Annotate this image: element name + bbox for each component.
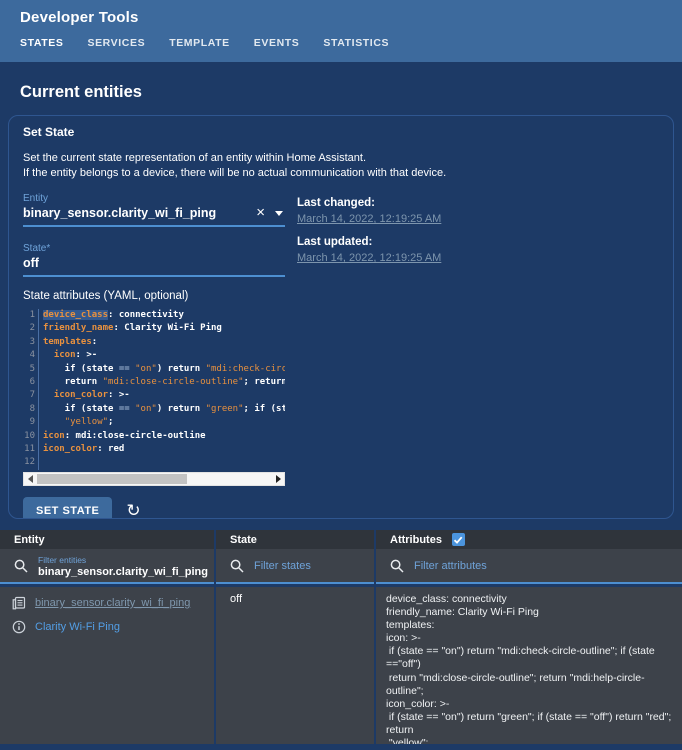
info-icon[interactable] xyxy=(12,620,26,634)
state-field[interactable]: State* off xyxy=(23,243,285,277)
yaml-attributes-label: State attributes (YAML, optional) xyxy=(23,290,189,302)
tab-states[interactable]: STATES xyxy=(20,37,63,57)
tab-statistics[interactable]: STATISTICS xyxy=(323,37,389,57)
column-header-state: State xyxy=(216,530,374,549)
editor-line: 3 templates: xyxy=(23,335,285,350)
state-value: off xyxy=(230,593,243,605)
state-input[interactable]: off xyxy=(23,256,285,270)
editor-horizontal-scrollbar[interactable] xyxy=(23,471,285,486)
table-filter-row: Filter entities binary_sensor.clarity_wi… xyxy=(0,549,682,584)
entity-cell: binary_sensor.clarity_wi_fi_ping Clarity… xyxy=(0,587,214,744)
copy-icon[interactable] xyxy=(12,596,26,610)
refresh-icon[interactable]: ↻ xyxy=(126,502,140,518)
yaml-editor[interactable]: 1 device_class: connectivity 2 friendly_nam… xyxy=(23,309,285,470)
page-title: Current entities xyxy=(20,83,142,101)
search-icon xyxy=(390,559,404,573)
editor-line: 1 device_class: connectivity xyxy=(23,309,285,323)
chevron-down-icon[interactable] xyxy=(275,210,283,216)
editor-line: 11 icon_color: red xyxy=(23,442,285,457)
editor-line: 5 if (state == "on") return "mdi:check-c… xyxy=(23,362,285,376)
friendly-name-link[interactable]: Clarity Wi-Fi Ping xyxy=(35,621,120,633)
column-header-entity: Entity xyxy=(0,530,214,549)
entity-id-link[interactable]: binary_sensor.clarity_wi_fi_ping xyxy=(35,597,190,609)
card-title: Set State xyxy=(23,125,75,139)
filter-entities-label: Filter entities xyxy=(38,554,87,565)
last-updated-link[interactable]: March 14, 2022, 12:19:25 AM xyxy=(297,252,441,264)
search-icon xyxy=(230,559,244,573)
filter-entities-value: binary_sensor.clarity_wi_fi_ping xyxy=(38,565,208,578)
attributes-cell: device_class: connectivity friendly_name:… xyxy=(376,587,682,744)
yaml-editor-lines: 1 device_class: connectivity 2 friendly_nam… xyxy=(23,309,285,470)
column-header-attributes: Attributes xyxy=(376,530,682,549)
editor-line: 10 icon: mdi:close-circle-outline xyxy=(23,429,285,443)
entity-field-label: Entity xyxy=(23,193,49,204)
editor-line: 7 icon_color: >- xyxy=(23,389,285,403)
editor-line: 8 if (state == "on") return "green"; if … xyxy=(23,402,285,417)
filter-attributes-input[interactable]: Filter attributes xyxy=(376,549,682,584)
filter-states-input[interactable]: Filter states xyxy=(216,549,374,584)
attributes-cell-text: device_class: connectivity friendly_name:… xyxy=(386,593,675,744)
table-header-row: Entity State Attributes xyxy=(0,530,682,549)
tab-events[interactable]: EVENTS xyxy=(254,37,300,57)
scrollbar-right-arrow-icon[interactable] xyxy=(272,473,284,485)
app-header: Developer Tools STATES SERVICES TEMPLATE EV… xyxy=(0,0,682,62)
entities-table: Entity State Attributes Filter entities … xyxy=(0,530,682,746)
editor-line: 12 xyxy=(23,456,285,470)
last-updated-label: Last updated: xyxy=(297,236,373,248)
attributes-checkbox[interactable] xyxy=(451,533,465,546)
last-changed-label: Last changed: xyxy=(297,197,375,209)
filter-states-placeholder: Filter states xyxy=(254,560,311,572)
app-title: Developer Tools xyxy=(20,9,139,26)
card-description: Set the current state representation of … xyxy=(23,151,659,181)
filter-entities-input[interactable]: Filter entities binary_sensor.clarity_wi… xyxy=(0,549,214,584)
card-description-line1: Set the current state representation of … xyxy=(23,152,367,164)
scrollbar-thumb[interactable] xyxy=(37,473,187,484)
card-description-line2: If the entity belongs to a device, there… xyxy=(23,167,447,179)
clear-entity-icon[interactable]: × xyxy=(250,205,271,220)
filter-attributes-placeholder: Filter attributes xyxy=(414,560,487,572)
scrollbar-left-arrow-icon[interactable] xyxy=(24,473,36,485)
editor-line: 4 icon: >- xyxy=(23,349,285,363)
set-state-card: Set State Set the current state represen… xyxy=(8,115,674,519)
entity-input[interactable]: binary_sensor.clarity_wi_fi_ping xyxy=(23,206,250,220)
entity-field[interactable]: Entity binary_sensor.clarity_wi_fi_ping … xyxy=(23,193,285,227)
table-row: binary_sensor.clarity_wi_fi_ping Clarity… xyxy=(0,587,682,744)
last-changed-link[interactable]: March 14, 2022, 12:19:25 AM xyxy=(297,213,441,225)
search-icon xyxy=(14,559,28,573)
state-cell: off xyxy=(216,587,374,744)
editor-line: 6 return "mdi:close-circle-outline"; ret… xyxy=(23,375,285,390)
state-field-label: State* xyxy=(23,243,51,254)
editor-line: 9 "yellow"; xyxy=(23,416,285,430)
header-tabs: STATES SERVICES TEMPLATE EVENTS STATISTICS xyxy=(20,37,662,57)
set-state-button[interactable]: SET STATE xyxy=(23,496,113,518)
tab-services[interactable]: SERVICES xyxy=(87,37,145,57)
tab-template[interactable]: TEMPLATE xyxy=(169,37,230,57)
editor-line: 2 friendly_name: Clarity Wi-Fi Ping xyxy=(23,322,285,336)
